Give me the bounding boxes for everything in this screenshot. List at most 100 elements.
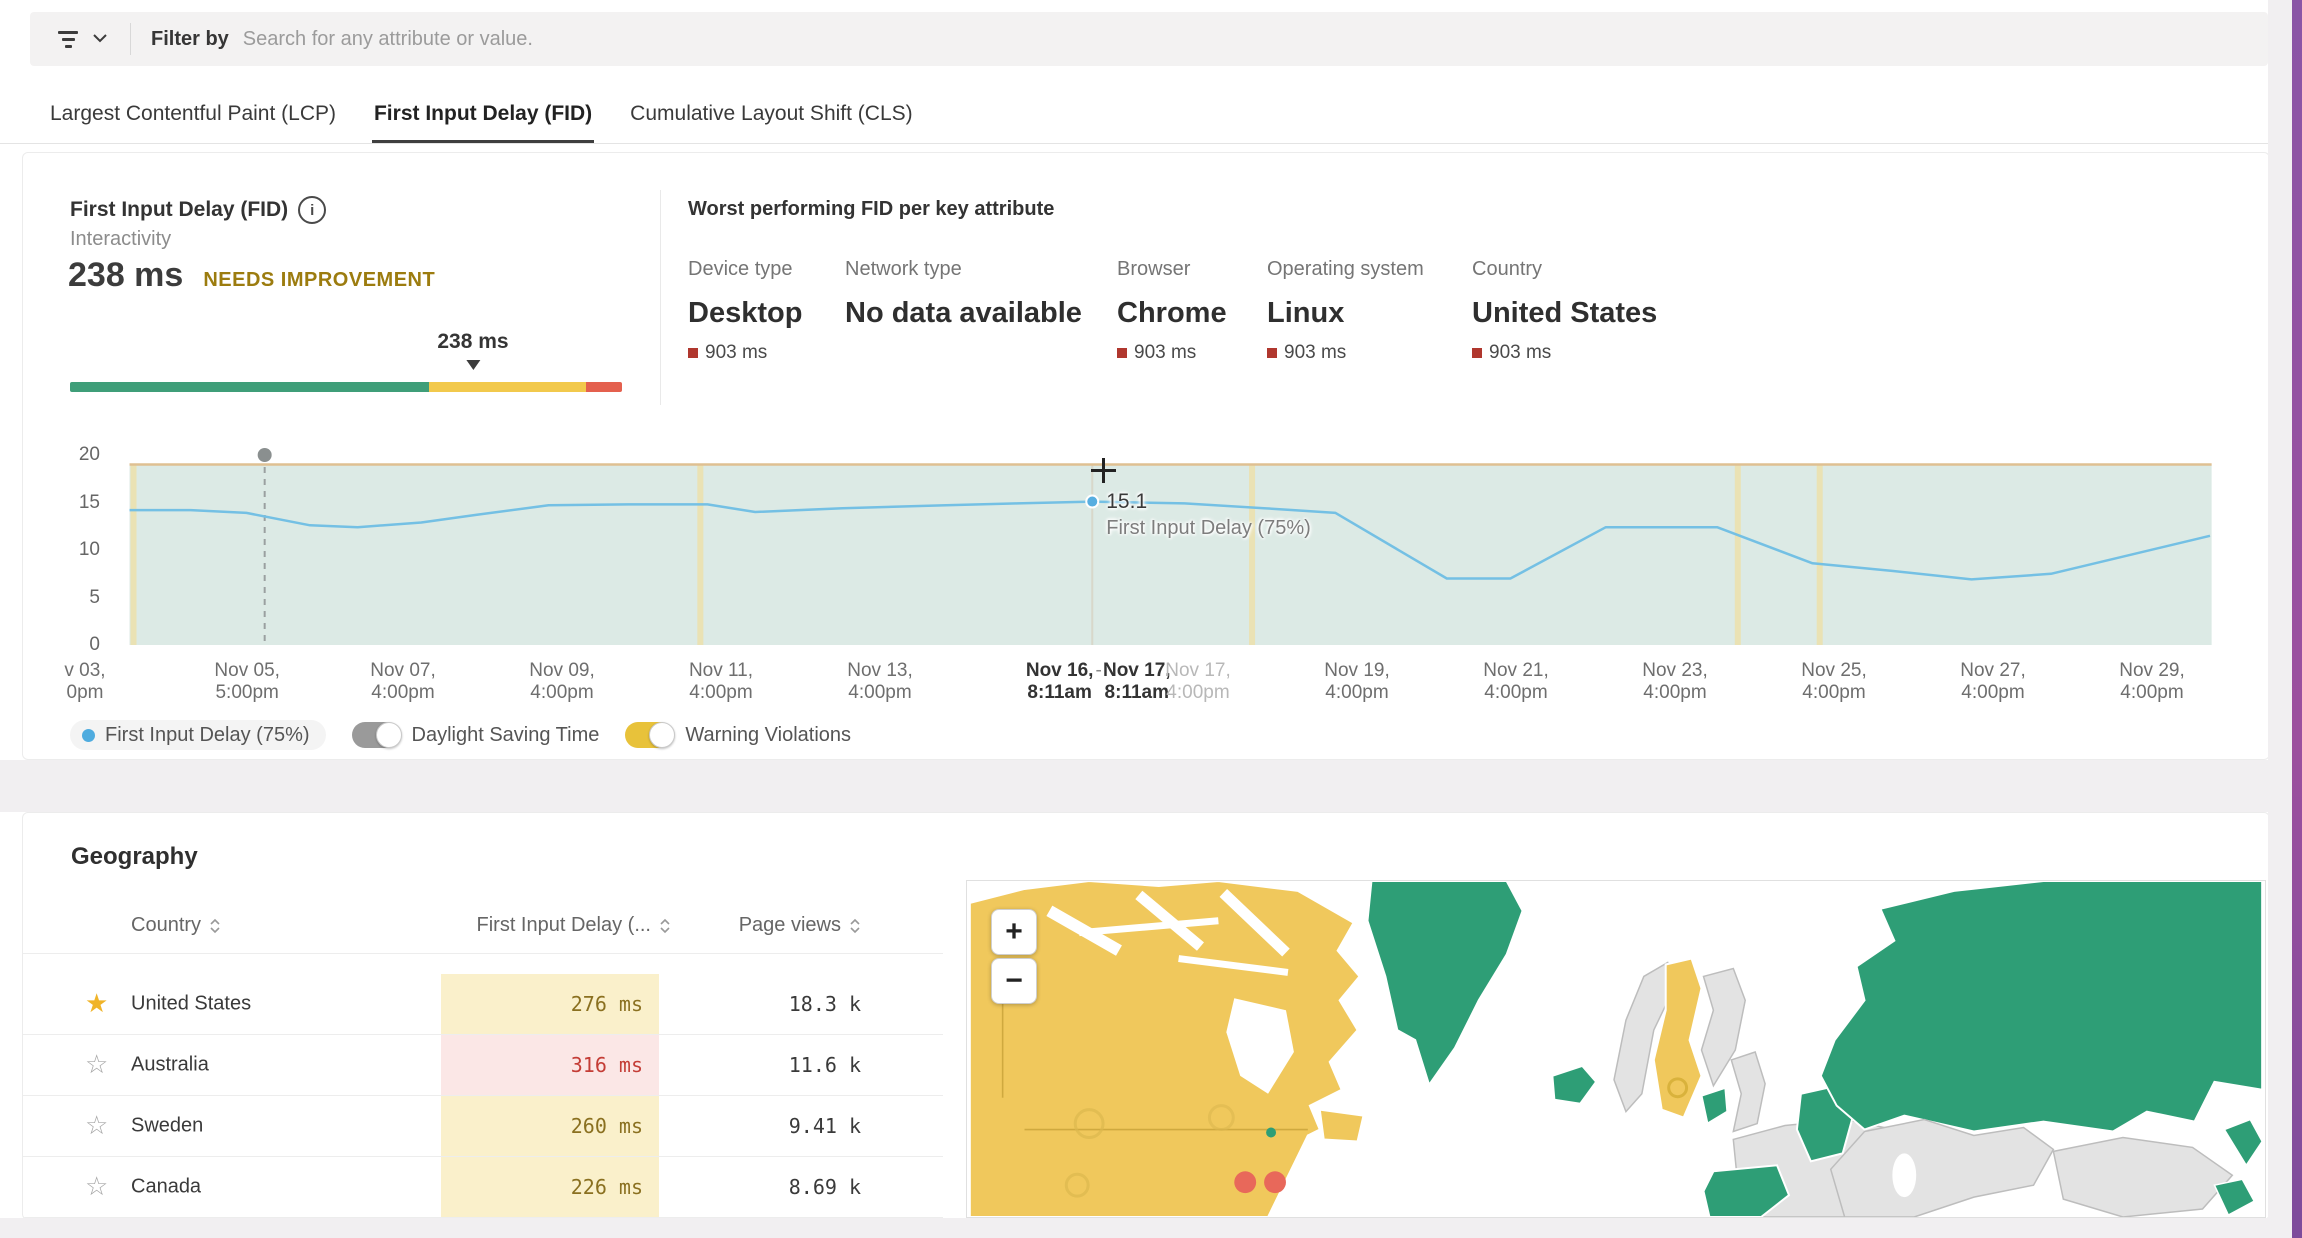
toggle-switch[interactable] (625, 722, 673, 748)
attribute-label: Country (1472, 258, 1657, 281)
tab-fid[interactable]: First Input Delay (FID) (372, 96, 594, 142)
x-tick-time: 0pm (64, 682, 105, 704)
chart-band (130, 465, 2212, 646)
table-row[interactable]: ☆Canada226 ms8.69 k (23, 1157, 943, 1218)
worst-performing-columns: Device typeDesktop903 msNetwork typeNo d… (688, 258, 1657, 364)
x-tick-date: Nov 17, (1103, 660, 1171, 682)
toggle-label: Warning Violations (685, 724, 851, 747)
x-tick-time: 8:11am (1026, 682, 1094, 704)
sort-icon[interactable] (659, 918, 671, 934)
sort-icon[interactable] (849, 918, 861, 934)
chart-plot (0, 440, 2302, 655)
fid-value-cell: 226 ms (441, 1157, 659, 1217)
attribute-network-type: Network typeNo data available (845, 258, 1117, 364)
attribute-metric: 903 ms (1117, 342, 1267, 364)
geography-table: ★United States276 ms18.3 k☆Australia316 … (23, 974, 943, 1218)
x-tick-date: Nov 17, (1165, 660, 1230, 682)
x-tick-time: 4:00pm (847, 682, 912, 704)
x-tick-date: Nov 09, (529, 660, 594, 682)
star-outline-icon[interactable]: ☆ (85, 1172, 108, 1202)
attribute-metric: 903 ms (688, 342, 845, 364)
x-tick-date: Nov 11, (689, 660, 753, 682)
x-tick-date: Nov 21, (1483, 660, 1548, 682)
severity-square-icon (688, 348, 698, 358)
x-tick-time: 4:00pm (1165, 682, 1230, 704)
table-row[interactable]: ★United States276 ms18.3 k (23, 974, 943, 1035)
x-axis-tick: Nov 29,4:00pm (2119, 660, 2184, 704)
y-axis-tick: 10 (40, 539, 100, 561)
tab-lcp[interactable]: Largest Contentful Paint (LCP) (48, 96, 338, 142)
filter-by-label: Filter by (151, 28, 229, 51)
attribute-operating-system: Operating systemLinux903 ms (1267, 258, 1472, 364)
column-header-fid[interactable]: First Input Delay (... (423, 914, 671, 937)
filter-search-input[interactable]: Search for any attribute or value. (243, 28, 533, 51)
attribute-value: Chrome (1117, 297, 1267, 330)
toggle-knob[interactable] (649, 722, 675, 748)
map-data-dot[interactable] (1266, 1128, 1276, 1138)
toggle-knob[interactable] (376, 722, 402, 748)
x-tick-date: Nov 05, (214, 660, 279, 682)
country-name: Canada (131, 1176, 201, 1199)
fid-timeseries-chart[interactable]: 05101520v 03,0pmNov 05,5:00pmNov 07,4:00… (0, 440, 2302, 715)
y-axis-tick: 15 (40, 492, 100, 514)
x-axis-tick: Nov 23,4:00pm (1642, 660, 1707, 704)
x-tick-date: Nov 23, (1642, 660, 1707, 682)
severity-square-icon (1267, 348, 1277, 358)
fid-status-badge: NEEDS IMPROVEMENT (203, 269, 435, 292)
warning-violation-stripe (1249, 465, 1255, 646)
tab-cls[interactable]: Cumulative Layout Shift (CLS) (628, 96, 914, 142)
info-icon[interactable]: i (298, 196, 326, 224)
distribution-marker: 238 ms (437, 330, 508, 370)
distribution-segment-good (70, 382, 429, 392)
tabs-divider (0, 143, 2302, 144)
world-map[interactable]: + − (966, 880, 2266, 1218)
x-tick-date: Nov 29, (2119, 660, 2184, 682)
warning-violation-stripe (130, 465, 136, 646)
x-tick-time: 4:00pm (689, 682, 753, 704)
x-axis-tick: Nov 27,4:00pm (1960, 660, 2025, 704)
filter-divider (130, 23, 131, 55)
x-tick-date: Nov 13, (847, 660, 912, 682)
toggle-label: Daylight Saving Time (412, 724, 600, 747)
star-outline-icon[interactable]: ☆ (85, 1050, 108, 1080)
attribute-metric-value: 903 ms (705, 342, 767, 364)
chevron-down-icon[interactable] (92, 30, 108, 48)
filter-funnel-icon[interactable] (58, 31, 78, 48)
toggle-switch[interactable] (352, 722, 400, 748)
x-axis-tick: Nov 17,8:11am (1103, 660, 1171, 704)
x-axis-tick: Nov 16,8:11am (1026, 660, 1094, 704)
marker-triangle-icon (466, 360, 480, 370)
table-row[interactable]: ☆Sweden260 ms9.41 k (23, 1096, 943, 1157)
attribute-browser: BrowserChrome903 ms (1117, 258, 1267, 364)
map-zoom-in-button[interactable]: + (991, 909, 1037, 955)
x-axis-tick: Nov 13,4:00pm (847, 660, 912, 704)
section-separator (0, 760, 2302, 812)
filter-bar[interactable]: Filter by Search for any attribute or va… (30, 12, 2268, 66)
map-data-dot[interactable] (1264, 1171, 1286, 1193)
table-row[interactable]: ☆Australia316 ms11.6 k (23, 1035, 943, 1096)
distribution-segment-needs-improvement (429, 382, 586, 392)
warning-violation-stripe (1735, 465, 1741, 646)
attribute-value: United States (1472, 297, 1657, 330)
x-tick-time: 4:00pm (529, 682, 594, 704)
column-header-country[interactable]: Country (131, 914, 221, 937)
severity-square-icon (1472, 348, 1482, 358)
star-filled-icon[interactable]: ★ (85, 989, 108, 1019)
dashboard-screen: Filter by Search for any attribute or va… (0, 0, 2302, 1238)
attribute-metric-value: 903 ms (1134, 342, 1196, 364)
x-tick-time: 8:11am (1103, 682, 1171, 704)
annotation-dot (258, 448, 272, 462)
x-axis-tick: Nov 19,4:00pm (1324, 660, 1389, 704)
geography-table-header: Country First Input Delay (... Page view… (23, 906, 943, 954)
x-axis-tick: - (1095, 660, 1101, 682)
fid-card-title: First Input Delay (FID) (70, 198, 288, 222)
legend-series-item[interactable]: First Input Delay (75%) (70, 720, 326, 750)
sort-icon[interactable] (209, 918, 221, 934)
crosshair-cursor (1091, 458, 1116, 483)
fid-value-cell: 276 ms (441, 974, 659, 1034)
column-header-page-views[interactable]: Page views (683, 914, 861, 937)
page-background (0, 1218, 2302, 1238)
map-zoom-out-button[interactable]: − (991, 958, 1037, 1004)
map-data-dot[interactable] (1234, 1171, 1256, 1193)
star-outline-icon[interactable]: ☆ (85, 1111, 108, 1141)
